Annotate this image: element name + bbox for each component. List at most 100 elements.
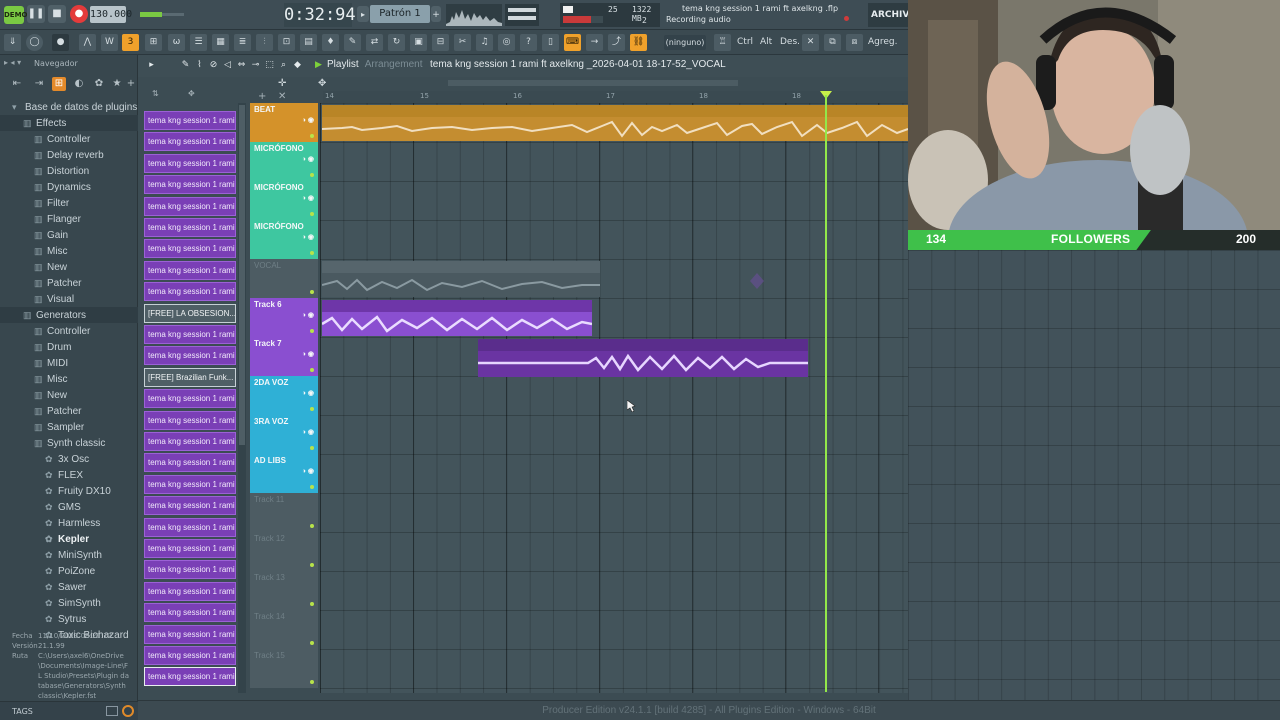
alt-button[interactable]: Alt [760,35,772,50]
track7-clip[interactable]: tema kng session 1 rami ft axelkng _2026… [478,339,808,377]
track-controls-icon[interactable]: ◑ ◉ [302,116,314,124]
browser-item[interactable]: ✿ GMS [0,499,138,515]
pattern-item[interactable]: tema kng session 1 rami... [144,646,236,665]
select-tool-icon[interactable]: ⬚ [264,60,275,71]
track-add-icon[interactable]: + [258,91,266,102]
scroll-thumb[interactable] [448,80,738,86]
track-controls-icon[interactable]: ◑ ◉ [302,155,314,163]
pattern-item[interactable]: tema kng session 1 rami... [144,196,236,216]
track-header[interactable]: Track 12 [250,532,318,571]
des-button[interactable]: Des. [780,35,800,50]
browser-item[interactable]: ✿ Harmless [0,515,138,531]
slide-icon[interactable]: ⤴ [608,34,625,51]
stack-icon[interactable]: ⧈ [846,34,863,51]
track-controls-icon[interactable]: ◑ ◉ [302,467,314,475]
track-controls-icon[interactable]: ◑ ◉ [302,311,314,319]
output-selector[interactable]: (ninguno) [664,35,706,50]
horizontal-scrollbar[interactable]: ✛ ✥ [278,77,908,89]
browser-item[interactable]: ▥ Patcher [0,403,138,419]
browser-item[interactable]: ✿ MiniSynth [0,547,138,563]
browser-item[interactable]: ▥ Generators [0,307,138,323]
track-mute-led-icon[interactable] [310,251,314,255]
pitch-icon[interactable]: ⋀ [79,34,96,51]
track-header[interactable]: Track 14 [250,610,318,649]
arrangement-grid[interactable]: [FREE] Brazilian Funk x Club Banger Type… [320,103,908,693]
browser-item[interactable]: ▥ Visual [0,291,138,307]
chain-link-icon[interactable]: ⛓ [630,34,647,51]
plugin-picker-icon[interactable]: ▤ [300,34,317,51]
chat-icon[interactable]: ◎ [498,34,515,51]
browser-item[interactable]: ✿ Sytrus [0,611,138,627]
pencil-tool-icon[interactable]: ✎ [180,60,191,71]
slice-tool-icon[interactable]: ⊸ [250,60,261,71]
pattern-item[interactable]: tema kng session 1 rami... [144,175,236,195]
cut-icon[interactable]: ✂ [454,34,471,51]
slip-tool-icon[interactable]: ⇔ [236,60,247,71]
track-header[interactable]: 3RA VOZ ◑ ◉ [250,415,318,454]
picker-sort-icon[interactable]: ⇅ [152,89,159,98]
playlist-icon[interactable]: ☰ [190,34,207,51]
pencil-icon[interactable]: ✎ [344,34,361,51]
browser-item[interactable]: ▥ Effects [0,115,138,131]
piano-roll-icon[interactable]: ▦ [212,34,229,51]
pattern-move-icon[interactable]: ✥ [318,78,326,89]
track-header[interactable]: 2DA VOZ ◑ ◉ [250,376,318,415]
browser-item[interactable]: ▥ Delay reverb [0,147,138,163]
mute-tool-icon[interactable]: ◁ [222,60,233,71]
browser-item[interactable]: ✿ Sawer [0,579,138,595]
touch-keyboard-icon[interactable]: ▯ [542,34,559,51]
track-close-icon[interactable]: ✕ [278,91,286,102]
refresh-icon[interactable]: ↻ [388,34,405,51]
channel-rack-icon[interactable]: ≣ [234,34,251,51]
browser-item[interactable]: ▥ Misc [0,371,138,387]
playback-tool-icon[interactable]: ◆ [292,60,303,71]
expand-icon[interactable]: ⇥ [32,77,46,91]
agregar-button[interactable]: Agreg. [868,35,897,50]
star-icon[interactable]: ★ [110,77,124,91]
track-mute-led-icon[interactable] [310,407,314,411]
collapse-icon[interactable]: ⇤ [10,77,24,91]
track-mute-led-icon[interactable] [310,368,314,372]
track-controls-icon[interactable]: ◑ ◉ [302,233,314,241]
track-controls-icon[interactable]: ◑ ◉ [302,389,314,397]
link-icon[interactable]: ⇄ [366,34,383,51]
pattern-item[interactable]: tema kng session 1 rami... [144,624,236,644]
browser-item[interactable]: ▥ Gain [0,227,138,243]
browser-item[interactable]: ▥ Filter [0,195,138,211]
metronome-icon[interactable]: ◯ [26,34,43,51]
browser-item[interactable]: ▥ New [0,259,138,275]
track-header[interactable]: AD LIBS ◑ ◉ [250,454,318,493]
track-mute-led-icon[interactable] [310,524,314,528]
waveform-icon[interactable]: W [101,34,118,51]
browser-item[interactable]: ▥ Controller [0,323,138,339]
pattern-item[interactable]: tema kng session 1 rami... [144,517,236,537]
pattern-item[interactable]: tema kng session 1 rami... [144,260,236,280]
pattern-item[interactable]: tema kng session 1 rami... [144,667,236,687]
track-header[interactable]: MICRÓFONO ◑ ◉ [250,142,318,181]
track-mute-led-icon[interactable] [310,641,314,645]
pattern-item[interactable]: tema kng session 1 rami... [144,132,236,152]
track-mute-led-icon[interactable] [310,290,314,294]
browser-item[interactable]: ▥ Sampler [0,419,138,435]
pattern-add-icon[interactable]: + [431,6,441,22]
browser-item[interactable]: ✿ 3x Osc [0,451,138,467]
browser-item[interactable]: ✿ FLEX [0,467,138,483]
browser-item[interactable]: ▥ Synth classic [0,435,138,451]
pattern-item[interactable]: tema kng session 1 rami... [144,560,236,580]
picker-move-icon[interactable]: ✥ [188,89,195,98]
fl-logo[interactable]: DEMO [4,6,28,24]
picker-scrollbar[interactable] [238,103,246,693]
track-mute-led-icon[interactable] [310,134,314,138]
pattern-prev-icon[interactable]: ▸ [357,6,369,22]
plugin-filter-icon[interactable]: ⊞ [52,77,66,91]
audio-filter-icon[interactable]: ◐ [72,77,86,91]
pattern-item[interactable]: tema kng session 1 rami... [144,389,236,409]
tempo-display[interactable]: 130.000 [90,6,132,23]
beat-clip[interactable]: [FREE] Brazilian Funk x Club Banger Type… [322,105,908,141]
browser-item[interactable]: ▥ MIDI [0,355,138,371]
clone-icon[interactable]: ⧉ [824,34,841,51]
help-icon[interactable]: ? [520,34,537,51]
snap-icon[interactable]: ⇓ [4,34,21,51]
track-header[interactable]: MICRÓFONO ◑ ◉ [250,220,318,259]
browser-item[interactable]: ▥ Distortion [0,163,138,179]
